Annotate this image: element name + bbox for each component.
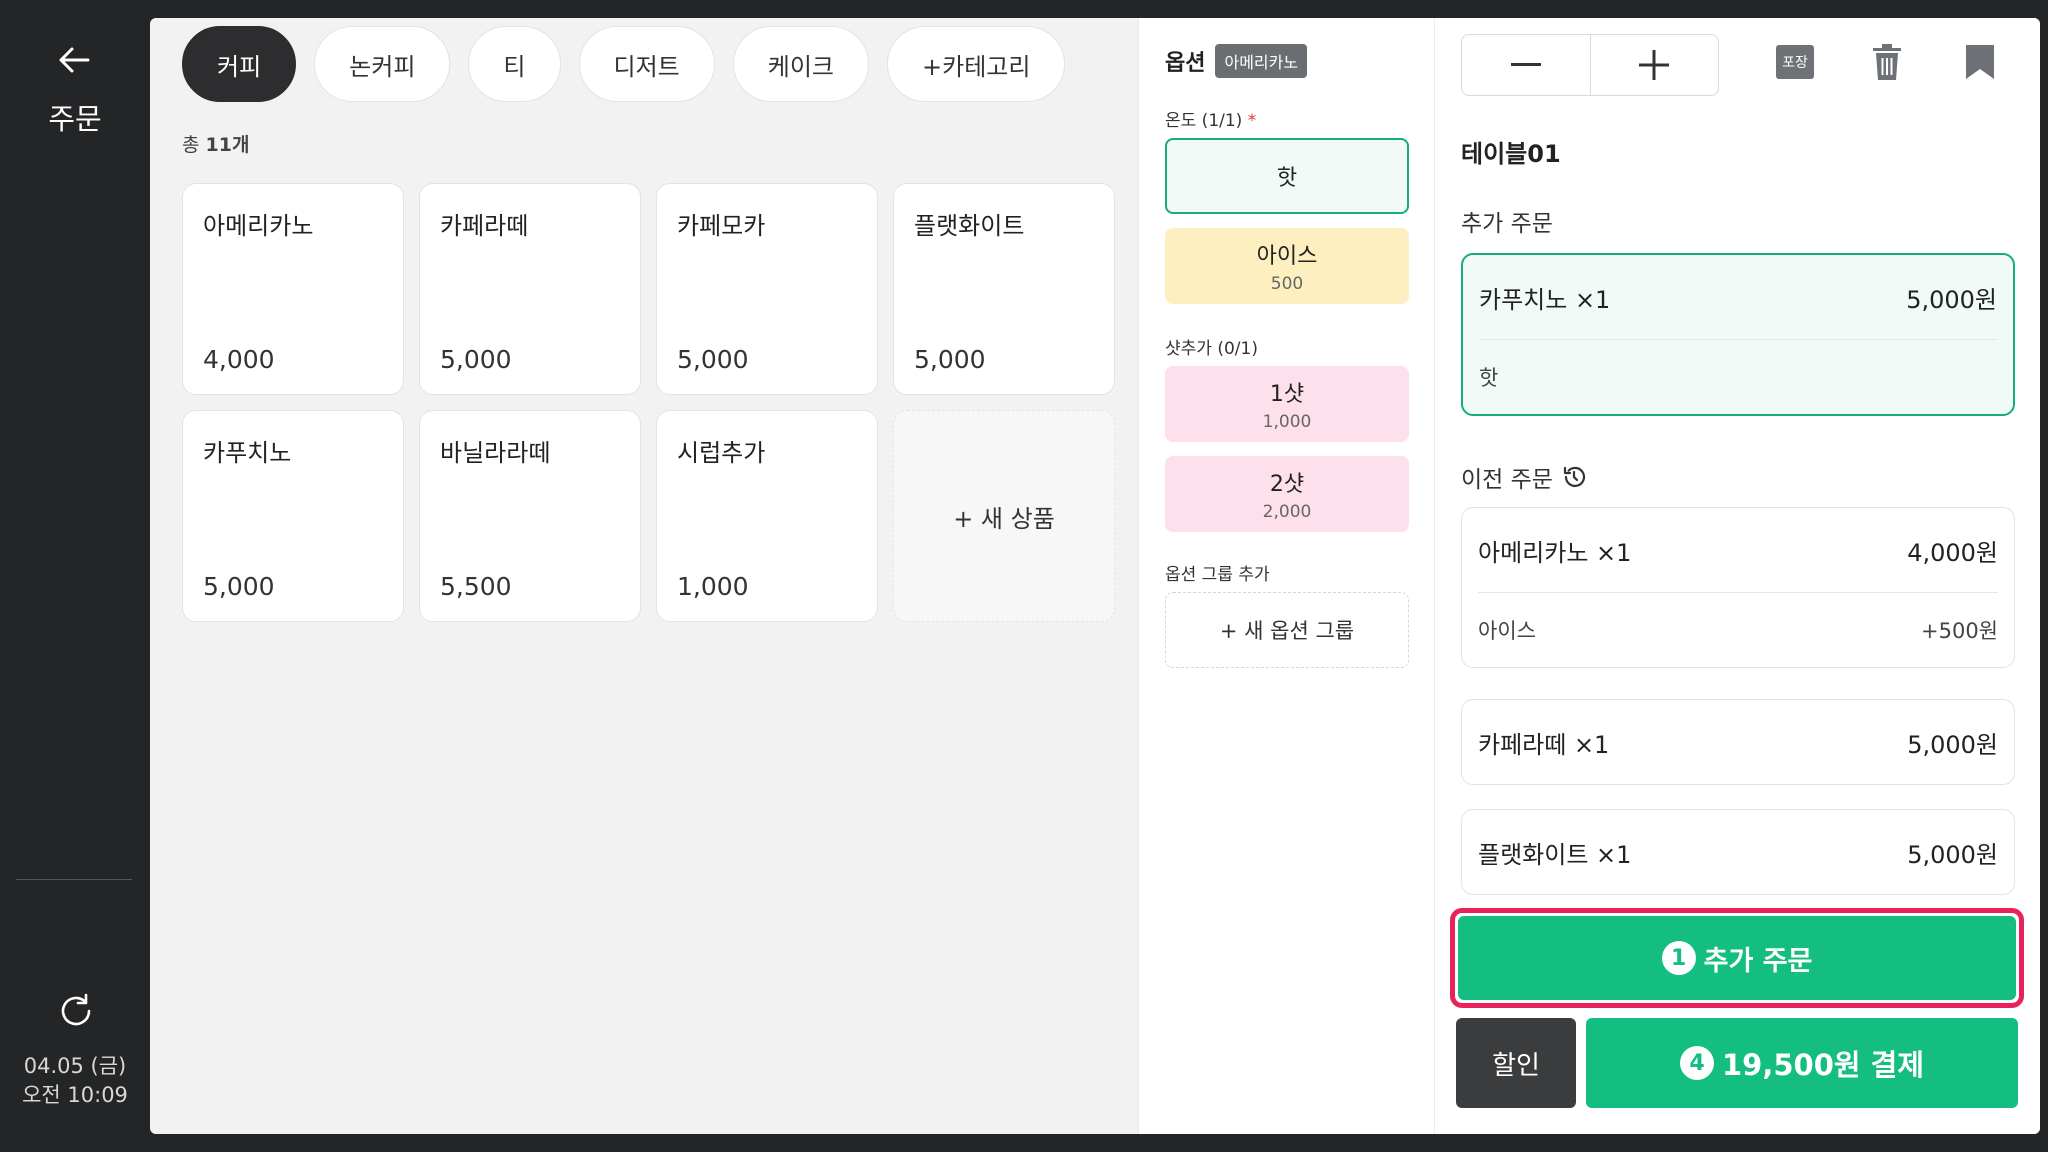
pay-label: 19,500원 결제 (1721, 1048, 1925, 1082)
options-panel: 옵션 아메리카노 온도 (1/1) * 핫 아이스 500 샷추가 (0/1) 1… (1138, 18, 1434, 1134)
quantity-stepper (1461, 34, 1719, 96)
add-order-badge: 1 (1661, 941, 1696, 975)
date-text: 04.05 (금) (23, 1054, 127, 1078)
previous-order-item[interactable]: 플랫화이트 ×1 5,000원 (1461, 809, 2015, 895)
item-option: 아이스 (1478, 619, 1536, 643)
product-name: 플랫화이트 (914, 212, 1025, 240)
time-text: 오전 10:09 (22, 1083, 128, 1107)
product-price: 5,000 (203, 572, 275, 601)
minus-icon (1510, 63, 1541, 66)
product-name: 카푸치노 (203, 439, 292, 467)
option-name: 아이스 (1256, 244, 1318, 269)
product-name: 카페모카 (677, 212, 766, 240)
previous-order-item[interactable]: 아메리카노 ×1 4,000원 아이스 +500원 (1461, 507, 2015, 668)
option-name: 2샷 (1269, 472, 1305, 497)
datetime: 04.05 (금) 오전 10:09 (0, 1052, 150, 1110)
count-prefix: 총 (182, 134, 206, 156)
product-card[interactable]: 카푸치노 5,000 (182, 410, 404, 622)
option-shot-1[interactable]: 1샷 1,000 (1165, 366, 1409, 442)
pay-badge: 4 (1679, 1046, 1714, 1080)
options-title: 옵션 (1165, 51, 1206, 76)
table-name: 테이블01 (1461, 140, 1561, 168)
item-name: 아메리카노 ×1 (1478, 538, 1632, 567)
product-count: 총 11개 (182, 130, 249, 157)
add-order-label: 추가 주문 (1703, 945, 1813, 977)
category-tabs: 커피 논커피 티 디저트 케이크 +카테고리 (182, 26, 1066, 102)
additional-order-item[interactable]: 카푸치노 ×1 5,000원 핫 (1461, 253, 2015, 416)
previous-order-title: 이전 주문 (1461, 467, 1553, 493)
back-arrow-icon[interactable] (54, 42, 94, 78)
options-header: 옵션 아메리카노 (1165, 44, 1308, 78)
item-price: 5,000원 (1907, 730, 1998, 759)
item-name: 카푸치노 ×1 (1479, 285, 1611, 314)
product-card[interactable]: 카페라떼 5,000 (419, 183, 641, 395)
tab-non-coffee[interactable]: 논커피 (314, 26, 451, 102)
product-price: 4,000 (203, 345, 275, 374)
discount-button[interactable]: 할인 (1456, 1018, 1576, 1108)
increase-button[interactable] (1589, 35, 1719, 95)
tab-dessert[interactable]: 디저트 (578, 26, 715, 102)
pay-button[interactable]: 4 19,500원 결제 (1586, 1018, 2018, 1108)
product-card[interactable]: 바닐라라떼 5,500 (419, 410, 641, 622)
history-icon (1563, 466, 1585, 487)
item-price: 4,000원 (1907, 538, 1998, 567)
product-price: 5,000 (914, 345, 986, 374)
option-ice[interactable]: 아이스 500 (1165, 228, 1409, 304)
product-name: 카페라떼 (440, 212, 529, 240)
temp-group-text: 온도 (1/1) (1165, 111, 1243, 131)
option-shot-2[interactable]: 2샷 2,000 (1165, 456, 1409, 532)
product-area: 커피 논커피 티 디저트 케이크 +카테고리 총 11개 아메리카노 4,000 … (150, 18, 1138, 1134)
additional-order-title: 추가 주문 (1461, 211, 1553, 237)
selected-product-badge: 아메리카노 (1215, 44, 1308, 78)
option-price: 1,000 (1262, 412, 1312, 432)
product-card[interactable]: 시럽추가 1,000 (656, 410, 878, 622)
item-price: 5,000원 (1907, 840, 1998, 869)
item-option-price: +500원 (1921, 619, 1998, 643)
previous-order-item[interactable]: 카페라떼 ×1 5,000원 (1461, 699, 2015, 785)
required-mark: * (1247, 111, 1257, 131)
count-value: 11개 (205, 134, 250, 156)
option-hot[interactable]: 핫 (1165, 138, 1409, 214)
item-option: 핫 (1479, 366, 1499, 390)
product-name: 바닐라라떼 (440, 439, 551, 467)
temp-group-label: 온도 (1/1) * (1165, 106, 1256, 131)
tab-cake[interactable]: 케이크 (732, 26, 870, 102)
rail-divider (16, 879, 132, 880)
tab-coffee[interactable]: 커피 (182, 26, 297, 102)
trash-icon[interactable] (1865, 40, 1909, 84)
product-price: 1,000 (677, 572, 749, 601)
decrease-button[interactable] (1462, 35, 1590, 95)
product-price: 5,500 (440, 572, 512, 601)
previous-order-header: 이전 주문 (1461, 460, 1587, 494)
plus-icon (1639, 50, 1670, 80)
item-name: 카페라떼 ×1 (1478, 730, 1610, 759)
side-rail: 주문 04.05 (금) 오전 10:09 (0, 0, 150, 1152)
option-name: 1샷 (1269, 382, 1305, 407)
add-order-button[interactable]: 1 추가 주문 (1458, 916, 2016, 1000)
option-price: 500 (1270, 274, 1304, 294)
product-card[interactable]: 아메리카노 4,000 (182, 183, 404, 395)
product-card[interactable]: 플랫화이트 5,000 (893, 183, 1115, 395)
add-category-button[interactable]: +카테고리 (887, 26, 1066, 102)
product-price: 5,000 (677, 345, 749, 374)
new-product-button[interactable]: + 새 상품 (893, 410, 1115, 622)
product-price: 5,000 (440, 345, 512, 374)
option-name: 핫 (1276, 166, 1298, 191)
item-price: 5,000원 (1906, 285, 1997, 314)
refresh-icon[interactable] (55, 990, 97, 1032)
shot-group-label: 샷추가 (0/1) (1165, 339, 1258, 359)
screen-title: 주문 (48, 102, 102, 136)
product-card[interactable]: 카페모카 5,000 (656, 183, 878, 395)
product-grid: 아메리카노 4,000 카페라떼 5,000 카페모카 5,000 플랫화이트 5,00… (182, 183, 1115, 622)
tab-tea[interactable]: 티 (468, 26, 561, 102)
option-price: 2,000 (1262, 502, 1312, 522)
product-name: 아메리카노 (203, 212, 314, 240)
takeout-label: 포장 (1776, 45, 1814, 79)
takeout-button[interactable]: 포장 (1773, 40, 1817, 84)
new-option-group-button[interactable]: + 새 옵션 그룹 (1165, 592, 1409, 668)
add-group-label: 옵션 그룹 추가 (1165, 565, 1270, 585)
product-name: 시럽추가 (677, 439, 766, 467)
item-name: 플랫화이트 ×1 (1478, 840, 1632, 869)
bookmark-icon[interactable] (1958, 40, 2002, 84)
